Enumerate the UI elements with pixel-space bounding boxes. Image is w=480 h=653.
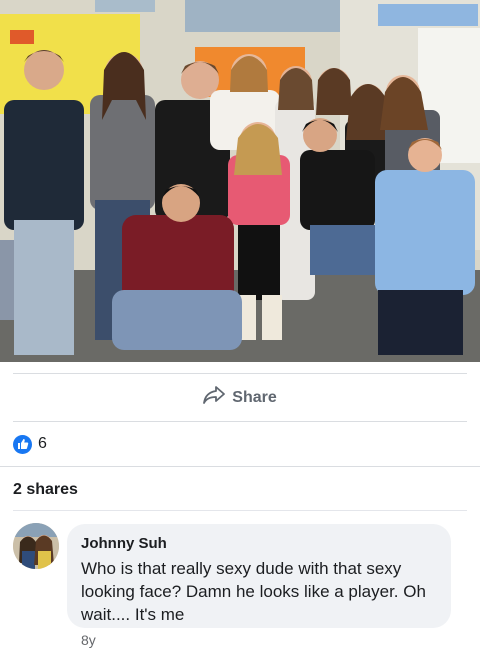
comment-text: Who is that really sexy dude with that s…	[81, 559, 426, 624]
comment-author[interactable]: Johnny Suh	[81, 534, 437, 554]
shares-count[interactable]: 2 shares	[13, 481, 78, 499]
reaction-count: 6	[38, 435, 47, 452]
share-label: Share	[232, 388, 277, 406]
comment-bubble: Johnny Suh Who is that really sexy dude …	[67, 524, 451, 628]
divider	[0, 466, 480, 467]
avatar[interactable]	[13, 523, 59, 569]
share-button[interactable]: Share	[0, 374, 480, 421]
comment-timestamp[interactable]: 8y	[81, 632, 96, 648]
post-photo[interactable]	[0, 0, 480, 362]
divider	[13, 421, 467, 422]
share-row: Share	[0, 362, 480, 422]
like-thumb-icon	[13, 434, 32, 454]
divider	[13, 510, 467, 511]
share-arrow-icon	[203, 386, 226, 409]
reactions-summary[interactable]: 6	[13, 432, 47, 456]
